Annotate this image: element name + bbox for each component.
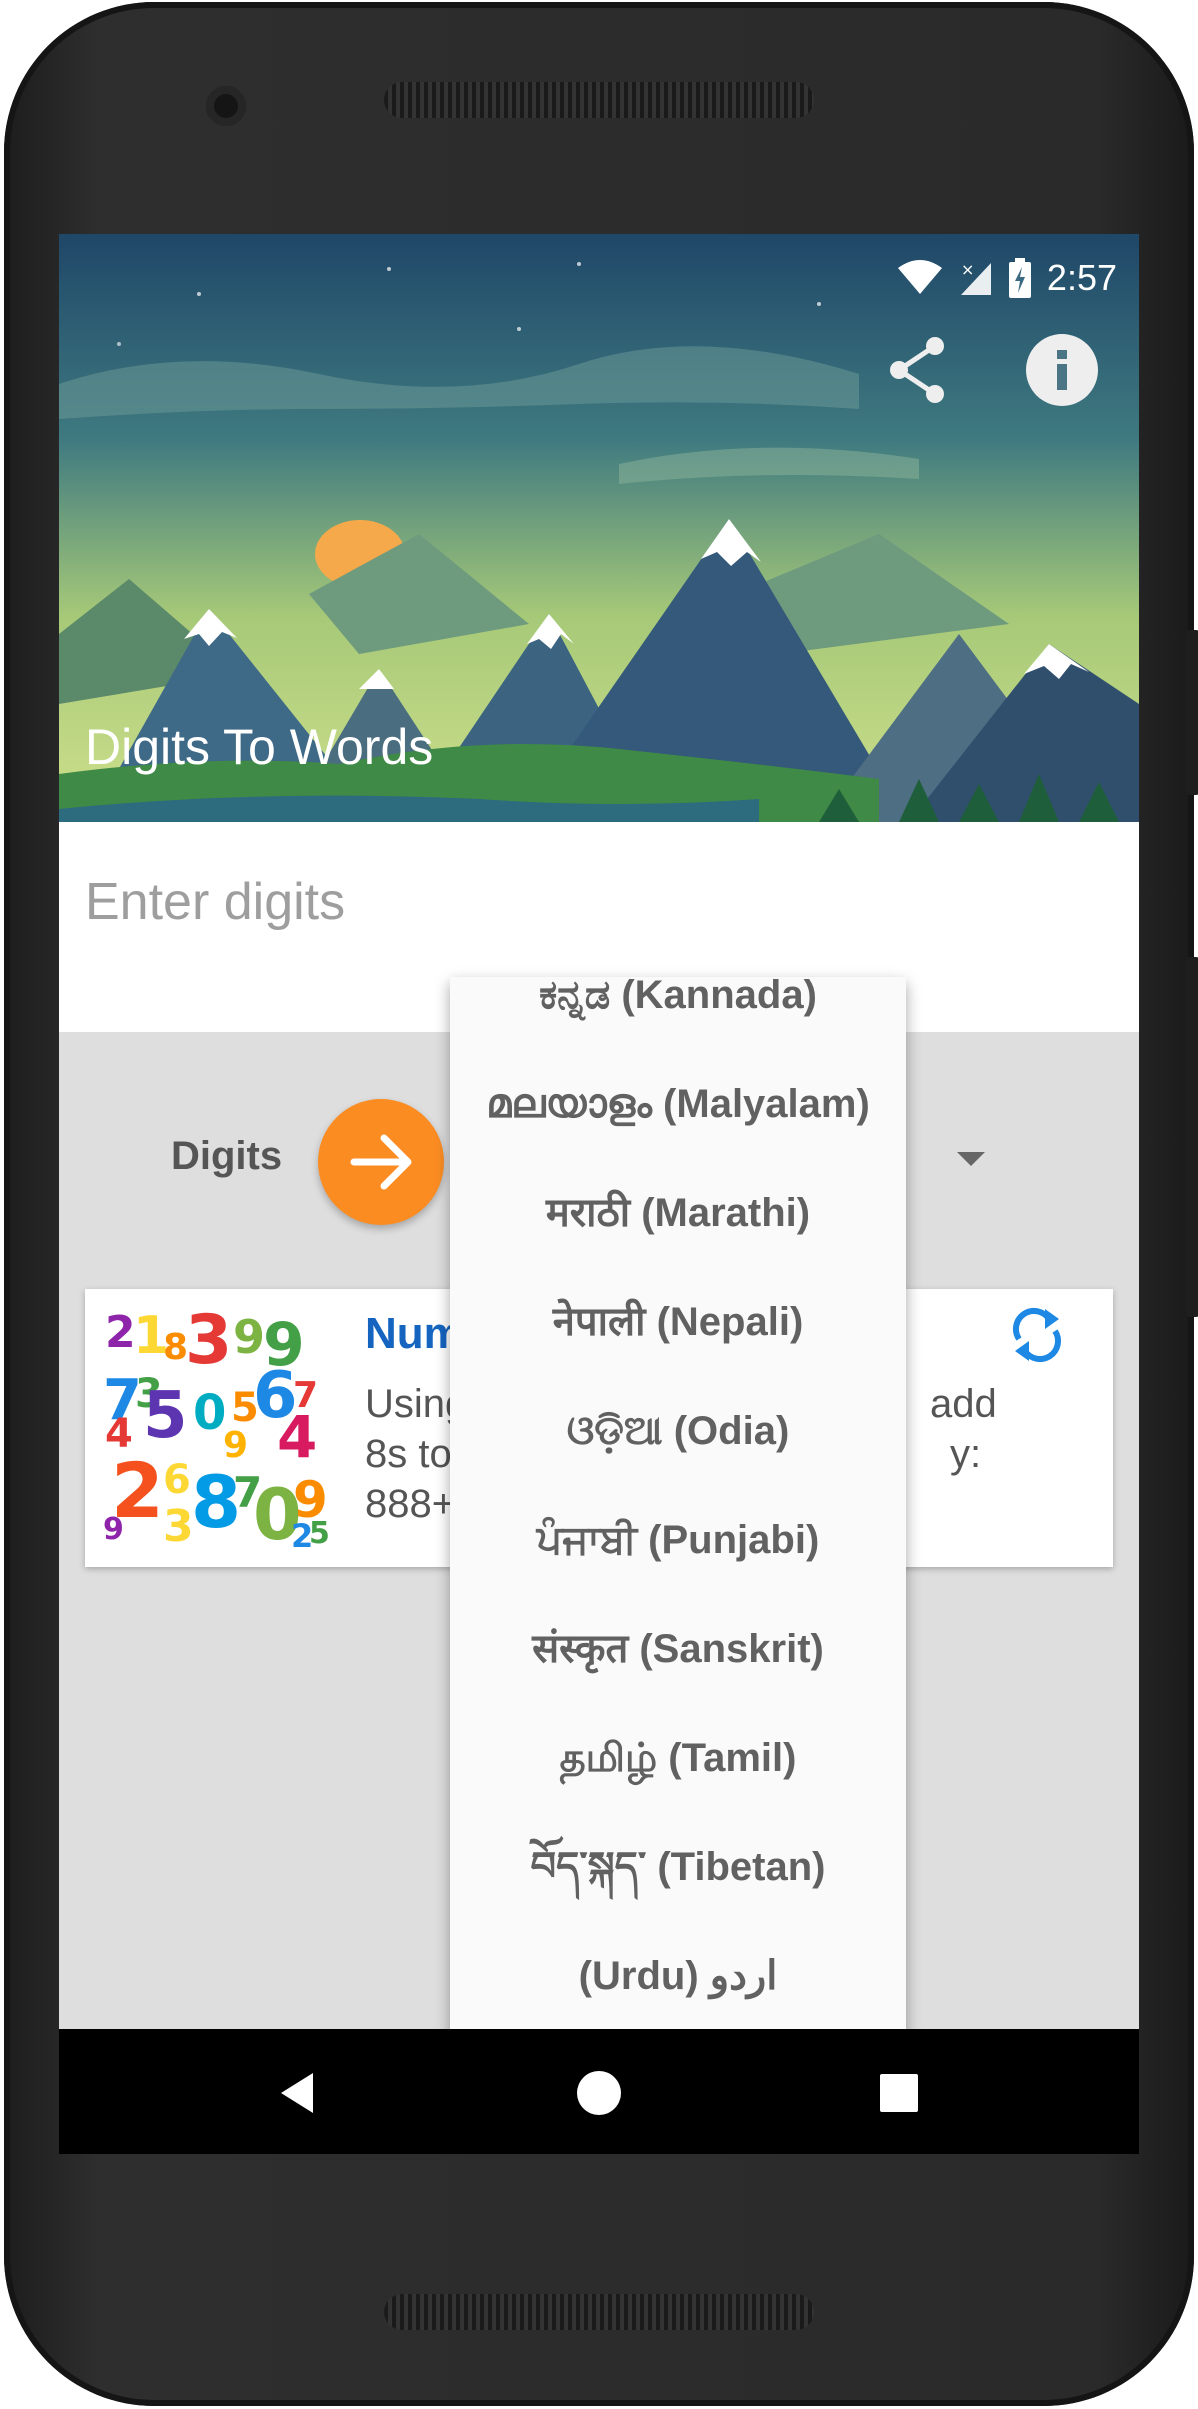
digits-input[interactable] (85, 852, 1085, 952)
language-option-punjabi[interactable]: ਪੰਜਾਬੀ (Punjabi) (450, 1486, 906, 1595)
wifi-icon (897, 260, 942, 294)
back-icon[interactable] (265, 2061, 329, 2125)
card-text-line: add (930, 1382, 997, 1426)
language-option-nepali[interactable]: नेपाली (Nepali) (450, 1268, 906, 1377)
power-button (1186, 957, 1198, 1317)
language-option-tamil[interactable]: தமிழ் (Tamil) (450, 1704, 906, 1813)
language-option-odia[interactable]: ଓଡ଼ିଆ (Odia) (450, 1377, 906, 1486)
cell-signal-icon: × (960, 260, 991, 295)
recents-icon[interactable] (867, 2061, 931, 2125)
language-option-tibetan[interactable]: བོད་སྐད་ (Tibetan) (450, 1813, 906, 1922)
front-camera (206, 86, 246, 126)
svg-text:3: 3 (185, 1307, 232, 1380)
card-text-right: add y: (930, 1379, 997, 1479)
language-dropdown-menu: ಕನ್ನಡ (Kannada) മലയാളം (Malyalam) मराठी … (450, 977, 906, 2154)
svg-text:×: × (961, 260, 974, 279)
svg-text:9: 9 (103, 1512, 124, 1547)
status-time: 2:57 (1046, 257, 1117, 298)
arrow-right-icon (350, 1134, 412, 1190)
language-option-sanskrit[interactable]: संस्कृत (Sanskrit) (450, 1595, 906, 1704)
card-title: Num (365, 1309, 463, 1358)
numbers-image: 2 1 8 3 9 9 7 3 5 0 5 6 7 4 9 4 2 6 8 7 … (103, 1307, 330, 1549)
navigation-bar (59, 2029, 1139, 2154)
svg-text:5: 5 (309, 1516, 330, 1549)
svg-text:6: 6 (163, 1457, 191, 1503)
info-icon[interactable] (1022, 330, 1102, 410)
language-dropdown-arrow-icon[interactable] (957, 1152, 985, 1166)
phone-frame: × 2:57 Digits To Words Enter digits Digi… (4, 2, 1198, 2406)
svg-text:0: 0 (193, 1385, 226, 1441)
language-option-marathi[interactable]: मराठी (Marathi) (450, 1159, 906, 1268)
screen: × 2:57 Digits To Words Enter digits Digi… (59, 234, 1139, 2154)
app-title: Digits To Words (85, 719, 434, 775)
battery-icon (1008, 258, 1031, 298)
svg-text:5: 5 (143, 1379, 188, 1453)
status-bar: × 2:57 (897, 248, 1117, 308)
top-speaker (384, 82, 814, 118)
svg-text:9: 9 (233, 1310, 265, 1364)
home-icon[interactable] (567, 2061, 631, 2125)
refresh-icon[interactable] (1005, 1303, 1069, 1367)
app-header: × 2:57 Digits To Words (59, 234, 1139, 822)
share-icon[interactable] (877, 330, 957, 410)
language-options: ಕನ್ನಡ (Kannada) മലയാളം (Malyalam) मराठी … (450, 977, 906, 2031)
volume-button (1186, 630, 1198, 795)
bottom-speaker (384, 2294, 814, 2330)
from-label: Digits (171, 1134, 283, 1178)
svg-text:3: 3 (163, 1501, 194, 1549)
svg-text:4: 4 (277, 1403, 317, 1471)
language-option-malayalam[interactable]: മലയാളം (Malyalam) (450, 1050, 906, 1159)
card-text-line: y: (950, 1432, 982, 1476)
svg-text:2: 2 (105, 1307, 136, 1358)
language-option-kannada[interactable]: ಕನ್ನಡ (Kannada) (450, 977, 906, 1050)
convert-button[interactable] (318, 1099, 444, 1225)
language-option-urdu[interactable]: (Urdu) اردو (450, 1922, 906, 2031)
